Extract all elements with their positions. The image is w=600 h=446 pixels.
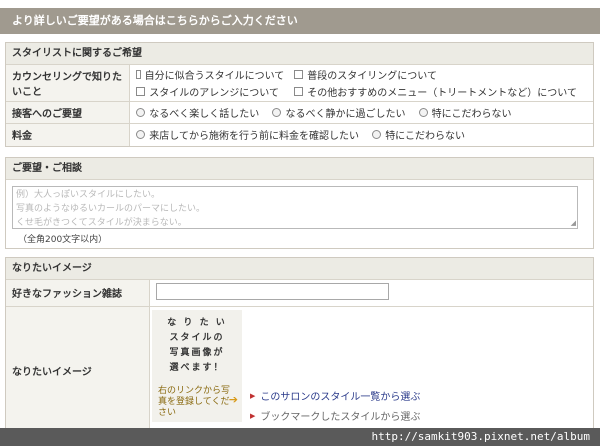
- image-section-heading: なりたいイメージ: [6, 258, 593, 280]
- triangle-right-icon: ▶: [250, 411, 256, 420]
- checkbox[interactable]: [136, 87, 146, 96]
- service-option-no-preference[interactable]: 特にこだわらない: [418, 105, 511, 120]
- image-section: なりたいイメージ 好きなファッション雑誌 なりたいイメージ な り た い スタ…: [5, 257, 594, 434]
- image-placeholder-box: な り た い スタイルの 写真画像が 選べます！ 右のリンクから写真を登録して…: [152, 310, 242, 422]
- counseling-option-style-arrange[interactable]: スタイルのアレンジについて: [136, 84, 284, 99]
- bookmarked-style-link[interactable]: ▶ ブックマークしたスタイルから選ぶ: [250, 408, 420, 424]
- watermark-url: http://samkit903.pixnet.net/album: [0, 428, 600, 446]
- price-row: 料金 来店してから施術を行う前に料金を確認したい 特にこだわらない: [6, 123, 593, 146]
- magazine-row: 好きなファッション雑誌: [6, 280, 593, 307]
- stylist-form-table: カウンセリングで知りたいこと 自分に似合うスタイルについて 普段のスタイリングに…: [6, 65, 593, 146]
- radio[interactable]: [136, 130, 146, 140]
- placeholder-line: 例）大人っぽいスタイルにしたい。: [16, 190, 161, 200]
- request-section-heading: ご要望・ご相談: [6, 158, 593, 180]
- placeholder-line: 写真のようなゆるいカールのパーマにしたい。: [16, 204, 206, 214]
- counseling-label: カウンセリングで知りたいこと: [6, 65, 131, 102]
- arrow-right-icon: ➔: [228, 393, 238, 406]
- resize-handle-icon[interactable]: ◢: [571, 220, 576, 227]
- service-option-chat[interactable]: なるべく楽しく話したい: [136, 105, 259, 120]
- radio[interactable]: [372, 130, 382, 140]
- counseling-options: 自分に似合うスタイルについて 普段のスタイリングについて スタイルのアレンジにつ…: [129, 65, 593, 102]
- char-limit-note: （全角200文字以内）: [18, 235, 108, 245]
- service-row: 接客へのご要望 なるべく楽しく話したい なるべく静かに過ごしたい 特にこだわらな…: [6, 101, 593, 124]
- service-options: なるべく楽しく話したい なるべく静かに過ごしたい 特にこだわらない: [129, 101, 593, 124]
- image-placeholder-text: な り た い スタイルの 写真画像が 選べます！: [167, 318, 227, 373]
- checkbox[interactable]: [136, 70, 141, 79]
- radio[interactable]: [418, 108, 428, 117]
- service-option-quiet[interactable]: なるべく静かに過ごしたい: [272, 105, 405, 120]
- triangle-right-icon: ▶: [250, 391, 256, 400]
- image-source-links: ▶ このサロンのスタイル一覧から選ぶ ▶ ブックマークしたスタイルから選ぶ: [250, 388, 420, 428]
- price-option-no-preference[interactable]: 特にこだわらない: [372, 127, 465, 142]
- stylist-section: スタイリストに関するご希望 カウンセリングで知りたいこと 自分に似合うスタイルに…: [5, 42, 594, 147]
- stylist-section-heading: スタイリストに関するご希望: [6, 43, 593, 65]
- service-label: 接客へのご要望: [6, 101, 131, 124]
- counseling-row: カウンセリングで知りたいこと 自分に似合うスタイルについて 普段のスタイリングに…: [6, 65, 593, 102]
- request-section: ご要望・ご相談 例）大人っぽいスタイルにしたい。 写真のようなゆるいカールのパー…: [5, 157, 594, 249]
- placeholder-line: くせ毛がきつくてスタイルが決まらない。: [16, 218, 187, 228]
- price-label: 料金: [6, 123, 131, 146]
- counseling-option-other-menu[interactable]: その他おすすめのメニュー（トリートメントなど）について: [294, 84, 577, 99]
- register-photo-text: 右のリンクから写真を登録してください: [158, 386, 231, 418]
- counseling-option-suitable-style[interactable]: 自分に似合うスタイルについて: [136, 67, 284, 82]
- salon-style-list-link[interactable]: ▶ このサロンのスタイル一覧から選ぶ: [250, 388, 420, 404]
- counseling-option-daily-styling[interactable]: 普段のスタイリングについて: [294, 67, 577, 82]
- image-label: なりたいイメージ: [6, 306, 150, 434]
- page: より詳しいご要望がある場合はこちらからご入力ください スタイリストに関するご希望…: [0, 0, 600, 446]
- page-title: より詳しいご要望がある場合はこちらからご入力ください: [0, 8, 600, 34]
- checkbox[interactable]: [294, 70, 304, 79]
- radio[interactable]: [272, 108, 282, 117]
- radio[interactable]: [136, 108, 146, 117]
- magazine-input[interactable]: [155, 282, 389, 300]
- request-textarea[interactable]: 例）大人っぽいスタイルにしたい。 写真のようなゆるいカールのパーマにしたい。 く…: [12, 186, 578, 229]
- price-options: 来店してから施術を行う前に料金を確認したい 特にこだわらない: [130, 124, 593, 146]
- magazine-label: 好きなファッション雑誌: [6, 280, 150, 307]
- price-option-confirm-first[interactable]: 来店してから施術を行う前に料金を確認したい: [136, 127, 359, 142]
- magazine-cell: [149, 280, 593, 307]
- checkbox[interactable]: [294, 87, 304, 96]
